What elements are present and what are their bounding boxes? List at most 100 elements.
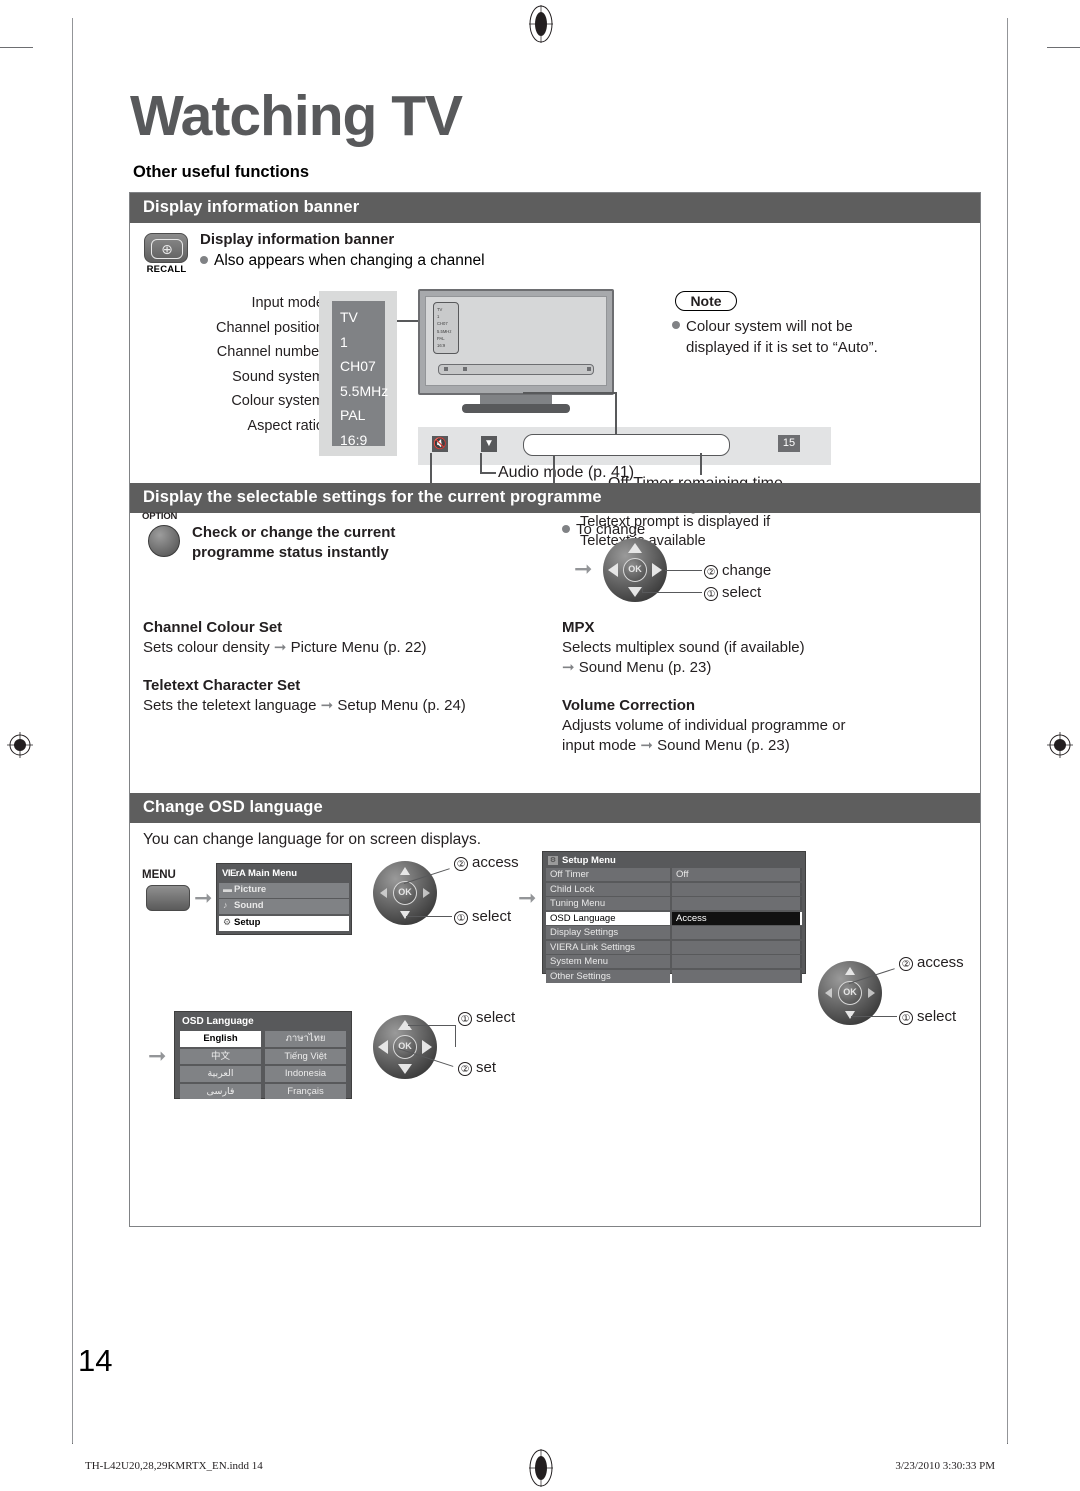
setup-row-key: OSD Language <box>546 911 670 925</box>
language-option-english[interactable]: English <box>180 1031 261 1047</box>
crop-mark-left-top <box>0 47 33 48</box>
cursor-up-icon[interactable] <box>628 543 642 553</box>
option-item-desc: Sets colour density ➞ Picture Menu (p. 2… <box>143 639 427 656</box>
step-number: ② <box>454 857 468 871</box>
language-option-farsi[interactable]: فارسی <box>180 1083 261 1099</box>
registration-mark-right <box>1045 730 1075 760</box>
step-number: ① <box>458 1012 472 1026</box>
section-header-display-information-banner: Display information banner <box>130 193 980 223</box>
setup-menu-row-child-lock[interactable]: Child Lock <box>546 882 802 896</box>
language-option-arabic[interactable]: العربية <box>180 1066 261 1082</box>
tv-osd-line: 5.5MHz <box>437 328 452 334</box>
step-number: ① <box>899 1011 913 1025</box>
section-header-selectable-settings: Display the selectable settings for the … <box>130 483 980 513</box>
step-label: change <box>722 562 772 579</box>
viera-main-menu-panel: VIErA Main Menu ▬ Picture ♪ Sound ⚙ Setup <box>216 863 352 935</box>
language-option-thai[interactable]: ภาษาไทย <box>265 1031 346 1047</box>
step-number: ② <box>899 957 913 971</box>
option-item-title: Channel Colour Set <box>143 619 283 636</box>
cursor-left-icon[interactable] <box>380 888 387 898</box>
viera-menu-item-setup[interactable]: ⚙ Setup <box>219 915 349 931</box>
setup-menu-row-viera-link-settings[interactable]: VIERA Link Settings <box>546 940 802 954</box>
cursor-left-icon[interactable] <box>378 1040 388 1054</box>
ok-button[interactable]: OK <box>623 558 647 582</box>
cursor-down-icon[interactable] <box>398 1064 412 1074</box>
cursor-down-icon[interactable] <box>400 911 410 919</box>
viera-menu-item-label: Setup <box>234 916 261 928</box>
setup-menu-row-osd-language[interactable]: OSD Language Access <box>546 911 802 925</box>
note-line1: Colour system will not be <box>686 318 853 335</box>
setup-row-value <box>672 955 802 968</box>
tv-illustration: TV 1 CH07 5.5MHz PAL 16:9 <box>418 289 614 419</box>
language-option-vietnamese[interactable]: Tiếng Việt <box>265 1048 346 1064</box>
connector-line <box>523 392 617 394</box>
gear-icon: ⚙ <box>223 916 232 927</box>
cursor-right-icon[interactable] <box>652 563 662 577</box>
audio-mode-indicator-icon <box>463 367 467 371</box>
recall-button[interactable]: ⊕ <box>144 233 188 263</box>
language-option-chinese[interactable]: 中文 <box>180 1048 261 1064</box>
viera-menu-item-sound[interactable]: ♪ Sound <box>219 899 349 914</box>
tv-osd-line: CH07 <box>437 321 448 327</box>
option-item-desc2: ➞ Sound Menu (p. 23) <box>562 659 712 676</box>
option-button[interactable] <box>148 525 180 557</box>
arrow-icon: ➞ <box>273 639 287 656</box>
footer-timestamp: 3/23/2010 3:30:33 PM <box>895 1460 995 1472</box>
recall-button-label: RECALL <box>146 264 187 275</box>
leader-select <box>406 916 452 918</box>
setup-menu-row-off-timer[interactable]: Off Timer Off <box>546 868 802 881</box>
cursor-right-icon[interactable] <box>868 988 875 998</box>
menu-button[interactable] <box>146 885 190 911</box>
option-item-desc: Adjusts volume of individual programme o… <box>562 717 846 734</box>
bullet-icon <box>200 256 208 264</box>
flow-arrow-icon: ➞ <box>574 556 593 581</box>
setup-row-value <box>672 969 802 983</box>
tv-osd-line: 16:9 <box>437 343 446 349</box>
osd-value-colour-system: PAL <box>340 407 366 423</box>
language-option-french[interactable]: Français <box>265 1083 346 1099</box>
step-number: ① <box>704 587 718 601</box>
page-title: Watching TV <box>130 84 463 148</box>
osd-language-title: OSD Language <box>182 1016 254 1027</box>
note-badge: Note <box>675 291 737 311</box>
cursor-left-icon[interactable] <box>825 988 832 998</box>
tv-onscreen-banner: TV 1 CH07 5.5MHz PAL 16:9 <box>433 302 459 354</box>
picture-icon: ▬ <box>223 883 232 894</box>
cursor-right-icon[interactable] <box>422 1040 432 1054</box>
option-item-title: Volume Correction <box>562 697 696 714</box>
step-select: ① select <box>704 584 761 601</box>
section2-heading-line2: programme status instantly <box>192 544 389 561</box>
option-item-desc2: input mode ➞ Sound Menu (p. 23) <box>562 737 790 754</box>
setup-row-value: Access <box>672 911 802 925</box>
ok-button[interactable]: OK <box>393 1035 417 1059</box>
cursor-right-icon[interactable] <box>423 888 430 898</box>
leader-change <box>665 570 702 572</box>
osd-callout: TV 1 CH07 5.5MHz PAL 16:9 <box>319 291 397 456</box>
ok-button[interactable]: OK <box>393 881 417 905</box>
osd-value-channel-position: 1 <box>340 333 348 350</box>
viera-menu-item-picture[interactable]: ▬ Picture <box>219 882 349 898</box>
setup-menu-row-display-settings[interactable]: Display Settings <box>546 926 802 939</box>
registration-mark-left <box>5 730 35 760</box>
step-label: access <box>472 854 519 871</box>
option-item-desc: Sets the teletext language ➞ Setup Menu … <box>143 697 466 714</box>
setup-menu-row-system-menu[interactable]: System Menu <box>546 955 802 968</box>
cursor-up-icon[interactable] <box>845 967 855 975</box>
tv-stand-base <box>462 404 570 413</box>
setup-row-key: Child Lock <box>546 882 670 896</box>
bullet-icon <box>562 525 570 533</box>
gear-icon: ⚙ <box>548 856 558 865</box>
section1-bullet-text: Also appears when changing a channel <box>214 252 485 269</box>
osd-value-input-mode: TV <box>340 309 358 325</box>
setup-menu-row-tuning-menu[interactable]: Tuning Menu <box>546 897 802 910</box>
ok-button[interactable]: OK <box>838 981 862 1005</box>
setup-menu-panel: ⚙ Setup Menu Off Timer Off Child Lock Tun… <box>542 851 806 983</box>
cursor-up-icon[interactable] <box>400 867 410 875</box>
step-select: ① select <box>454 908 511 925</box>
cursor-left-icon[interactable] <box>608 563 618 577</box>
cursor-down-icon[interactable] <box>628 587 642 597</box>
cursor-down-icon[interactable] <box>845 1011 855 1019</box>
off-timer-value: 15 <box>778 435 800 452</box>
language-option-indonesia[interactable]: Indonesia <box>265 1066 346 1082</box>
setup-menu-row-other-settings[interactable]: Other Settings <box>546 969 802 983</box>
